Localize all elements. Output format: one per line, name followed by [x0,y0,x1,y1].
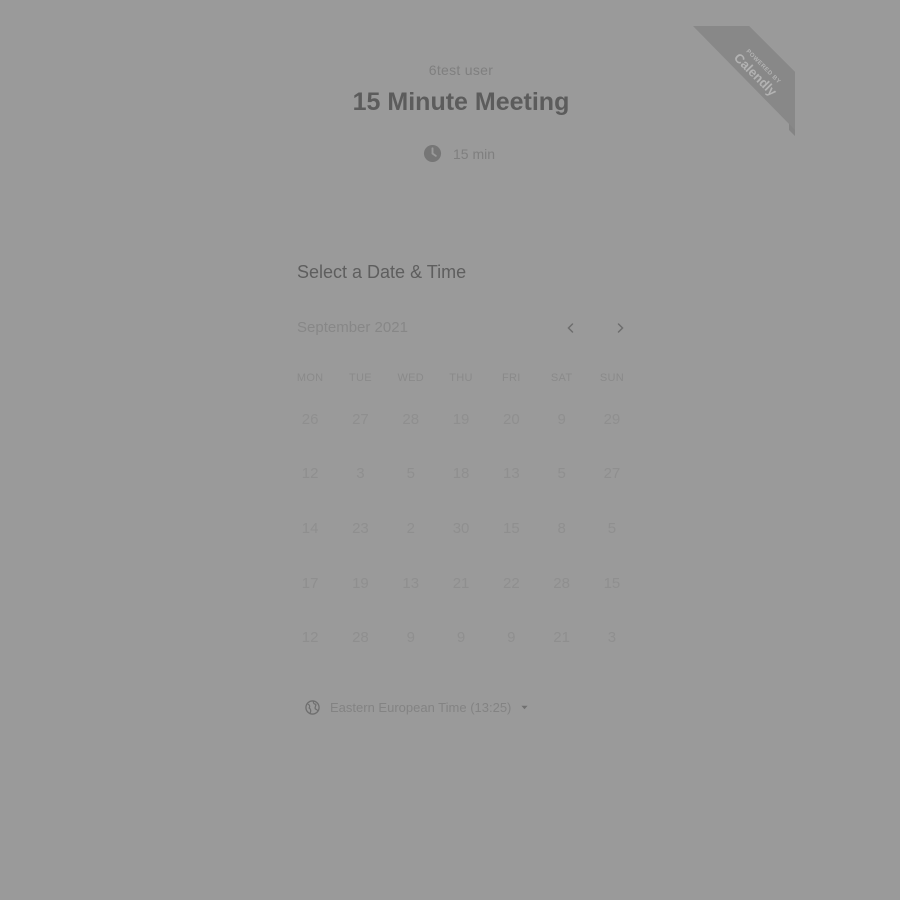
calendar-day: 17 [301,574,319,592]
chevron-right-icon [617,323,624,333]
calendar-day: 29 [603,410,621,428]
calendar-day: 12 [301,465,319,483]
chevron-left-icon [567,323,574,333]
event-duration: 15 min [423,144,495,163]
calendar-day: 27 [603,465,621,483]
month-label: September 2021 [297,319,408,336]
booking-page: POWERED BY Calendly 6test user 15 Minute… [0,0,900,900]
calendar-day: 20 [502,410,520,428]
weekday-fri: FRI [502,372,521,384]
calendar-day: 26 [301,410,319,428]
powered-by-ribbon[interactable]: POWERED BY Calendly [693,26,795,136]
calendar-day: 22 [502,574,520,592]
weekday-wed: WED [397,372,425,384]
globe-icon [305,700,320,715]
calendar-day: 13 [502,465,520,483]
caret-down-icon [521,705,528,710]
calendar-day: 15 [502,519,520,537]
calendar-day: 30 [452,519,470,537]
calendar-days-grid: 26 27 28 19 20 9 29 12 3 5 18 13 5 27 14… [285,392,637,665]
weekday-mon: MON [296,372,324,384]
calendar-day: 9 [557,410,566,428]
calendar-day: 9 [507,629,516,647]
calendar-day: 3 [607,629,617,647]
calendar-day: 18 [452,465,470,483]
calendar-day: 5 [607,519,617,537]
calendar-day: 21 [452,574,470,592]
calendar-day: 9 [406,629,415,647]
host-name: 6test user [428,62,494,78]
weekday-header: MON TUE WED THU FRI SAT SUN [285,372,637,384]
previous-month-button[interactable] [560,317,582,339]
weekday-tue: TUE [348,372,372,384]
calendar-day: 27 [352,410,369,428]
timezone-label: Eastern European Time (13:25) [330,700,512,715]
calendar-day: 19 [352,574,369,592]
calendar-day: 13 [402,574,420,592]
calendar-day: 21 [553,629,570,647]
weekday-sun: SUN [599,372,624,384]
select-date-heading: Select a Date & Time [297,262,467,282]
duration-label: 15 min [453,145,496,162]
calendar-day: 23 [352,519,369,537]
timezone-selector[interactable]: Eastern European Time (13:25) [305,700,528,715]
calendar-day: 28 [553,574,570,592]
calendar-day: 19 [452,410,470,428]
calendar-day: 3 [356,465,365,483]
calendar-day: 5 [406,465,415,483]
clock-icon [423,144,442,163]
calendar-day: 8 [557,519,566,537]
event-title: 15 Minute Meeting [352,88,570,116]
next-month-button[interactable] [609,317,631,339]
calendar-day: 14 [301,519,319,537]
calendar-day: 28 [402,410,420,428]
calendar-day: 5 [557,465,566,483]
weekday-sat: SAT [550,372,573,384]
weekday-thu: THU [449,372,473,384]
calendar-day: 15 [603,574,621,592]
calendar-day: 9 [456,629,466,647]
calendar-day: 28 [352,629,369,647]
calendar-day: 2 [406,519,415,537]
calendar-day: 12 [301,629,319,647]
